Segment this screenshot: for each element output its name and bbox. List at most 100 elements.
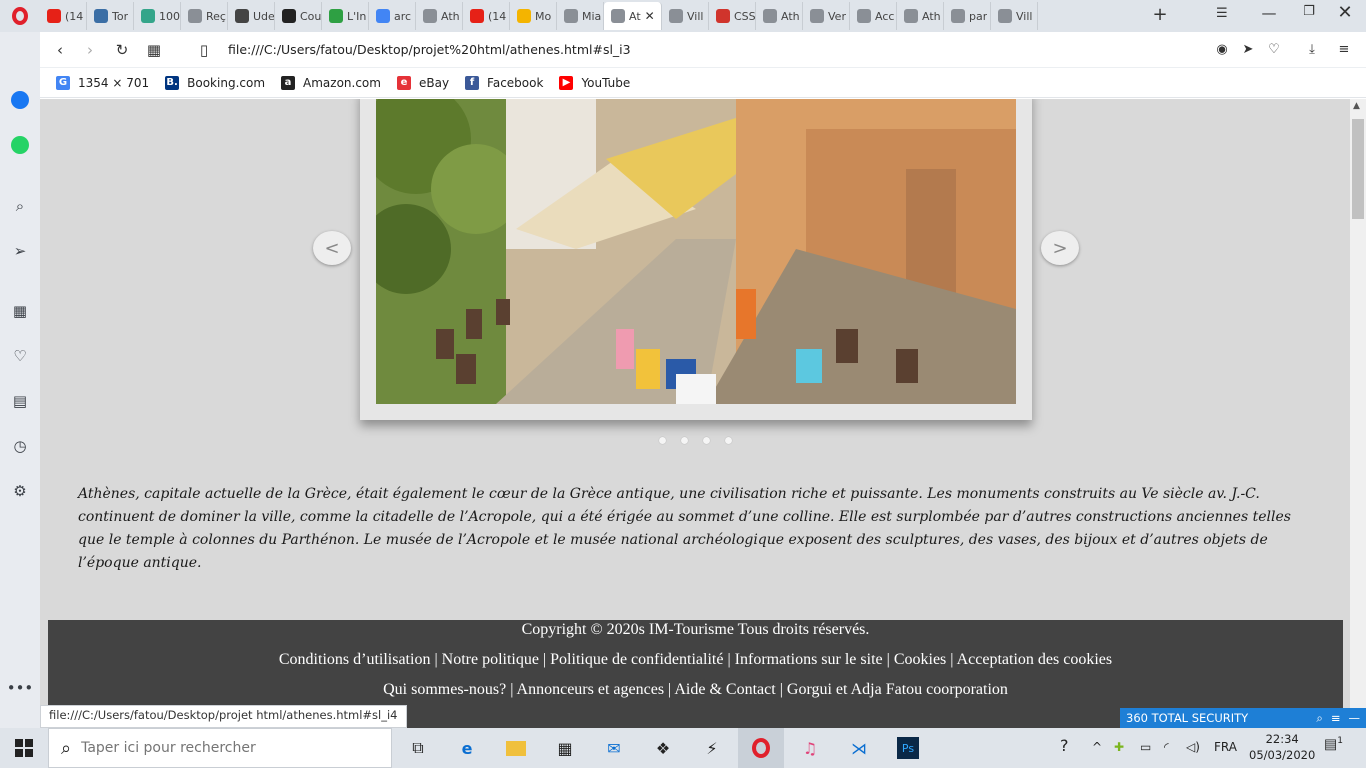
settings-gear-icon[interactable]: ⚙ [10, 481, 30, 501]
page-info-icon[interactable]: ▯ [194, 40, 214, 60]
browser-tab[interactable]: Ver [803, 2, 850, 30]
taskbar-search-box[interactable]: ⌕ [48, 728, 392, 768]
browser-tab[interactable]: Ath [416, 2, 463, 30]
browser-tab[interactable]: Acc [850, 2, 897, 30]
browser-tab[interactable]: Tor [87, 2, 134, 30]
file-explorer-icon[interactable] [502, 734, 530, 762]
footer-link[interactable]: Qui sommes-nous? [383, 681, 506, 698]
bookmark-item[interactable]: e eBay [396, 75, 449, 90]
browser-tab[interactable]: Vill [662, 2, 709, 30]
footer-link[interactable]: Conditions d’utilisation [279, 651, 431, 668]
whatsapp-icon[interactable] [10, 135, 30, 155]
more-icon[interactable]: ••• [7, 678, 34, 698]
messenger-icon[interactable] [10, 90, 30, 110]
bookmark-item[interactable]: B. Booking.com [165, 75, 265, 90]
slider-dot[interactable] [703, 437, 710, 444]
footer-link[interactable]: Aide & Contact [674, 681, 775, 698]
security-widget[interactable]: 360 TOTAL SECURITY ⌕ ≡ — [1120, 708, 1366, 728]
edge-icon[interactable]: e [453, 734, 481, 762]
close-window-button[interactable]: ✕ [1334, 2, 1356, 24]
tab-menu-icon[interactable]: ☰ [1216, 6, 1228, 21]
reload-icon[interactable]: ↻ [112, 40, 132, 60]
slider-prev-arrow[interactable]: < [313, 231, 351, 265]
browser-tab[interactable]: L'In [322, 2, 369, 30]
bookmark-heart-icon[interactable]: ♡ [1264, 40, 1284, 60]
close-tab-icon[interactable]: ✕ [645, 9, 655, 23]
snapshot-icon[interactable]: ◉ [1212, 40, 1232, 60]
browser-tab[interactable]: Ath [756, 2, 803, 30]
flow-send-icon[interactable]: ➢ [10, 241, 30, 261]
footer-link[interactable]: Annonceurs et agences [517, 681, 665, 698]
browser-tab[interactable]: Reç [181, 2, 228, 30]
speed-dial-icon[interactable]: ▦ [144, 40, 164, 60]
bookmark-item[interactable]: ▶ YouTube [559, 75, 630, 90]
browser-tab[interactable]: Mo [510, 2, 557, 30]
news-icon[interactable]: ▤ [10, 391, 30, 411]
history-icon[interactable]: ◷ [10, 436, 30, 456]
speed-dial-icon[interactable]: ▦ [10, 301, 30, 321]
easy-setup-icon[interactable]: ≡ [1334, 40, 1354, 60]
forward-button[interactable]: › [80, 40, 100, 60]
url-input[interactable] [228, 42, 928, 57]
browser-tab[interactable]: Ude [228, 2, 275, 30]
slider-dot[interactable] [681, 437, 688, 444]
itunes-icon[interactable]: ♫ [796, 734, 824, 762]
security-minimize-icon[interactable]: — [1349, 711, 1361, 725]
browser-tab[interactable]: Ath [897, 2, 944, 30]
bookmarks-heart-icon[interactable]: ♡ [10, 346, 30, 366]
footer-link[interactable]: Notre politique [442, 651, 539, 668]
browser-tab[interactable]: Mia [557, 2, 604, 30]
dropbox-icon[interactable]: ❖ [649, 734, 677, 762]
volume-icon[interactable]: ◁) [1186, 740, 1200, 754]
opera-logo-icon[interactable] [0, 0, 40, 32]
opera-taskbar-icon[interactable] [738, 728, 784, 768]
browser-tab[interactable]: At ✕ [604, 2, 662, 30]
download-icon[interactable]: ⤓ [1302, 40, 1322, 60]
browser-tab[interactable]: (14 [463, 2, 510, 30]
slider-dot[interactable] [659, 437, 666, 444]
search-icon[interactable]: ⌕ [10, 196, 30, 216]
task-view-icon[interactable]: ⧉ [404, 734, 432, 762]
bookmark-item[interactable]: f Facebook [465, 75, 543, 90]
browser-tab[interactable]: par [944, 2, 991, 30]
back-button[interactable]: ‹ [50, 40, 70, 60]
slider-next-arrow[interactable]: > [1041, 231, 1079, 265]
maximize-button[interactable]: ❐ [1298, 4, 1320, 26]
language-indicator[interactable]: FRA [1214, 740, 1237, 754]
photoshop-icon[interactable]: Ps [894, 734, 922, 762]
antivirus-tray-icon[interactable]: ✚ [1114, 740, 1124, 754]
footer-link[interactable]: Acceptation des cookies [957, 651, 1113, 668]
tray-chevron-icon[interactable]: ^ [1092, 740, 1102, 754]
security-search-icon[interactable]: ⌕ [1316, 711, 1322, 726]
vscode-icon[interactable]: ⋊ [845, 734, 873, 762]
security-menu-icon[interactable]: ≡ [1331, 711, 1341, 725]
new-tab-button[interactable]: + [1150, 4, 1170, 26]
footer-link[interactable]: Gorgui et Adja Fatou coorporation [787, 681, 1008, 698]
windows-start-button[interactable] [0, 728, 48, 768]
notification-center-icon[interactable]: ▤1 [1324, 736, 1343, 753]
scroll-thumb[interactable] [1352, 119, 1364, 219]
wifi-icon[interactable]: ◜ [1164, 740, 1169, 754]
browser-tab[interactable]: (14 [40, 2, 87, 30]
footer-link[interactable]: Cookies [894, 651, 946, 668]
help-icon[interactable]: ? [1060, 736, 1069, 755]
browser-tab[interactable]: CSS [709, 2, 756, 30]
scroll-up-arrow-icon[interactable]: ▲ [1353, 101, 1360, 111]
taskbar-search-input[interactable] [81, 740, 362, 756]
vertical-scrollbar[interactable]: ▲ [1350, 99, 1366, 728]
minimize-button[interactable]: — [1258, 4, 1280, 26]
send-icon[interactable]: ➤ [1238, 40, 1258, 60]
browser-tab[interactable]: arc [369, 2, 416, 30]
footer-link[interactable]: Politique de confidentialité [550, 651, 723, 668]
browser-tab[interactable]: Vill [991, 2, 1038, 30]
slider-dot[interactable] [725, 437, 732, 444]
store-icon[interactable]: ▦ [551, 734, 579, 762]
bookmark-item[interactable]: G 1354 × 701 [56, 75, 149, 90]
footer-link[interactable]: Informations sur le site [735, 651, 883, 668]
bookmark-item[interactable]: a Amazon.com [281, 75, 381, 90]
app-icon[interactable]: ⚡ [698, 734, 726, 762]
mail-icon[interactable]: ✉ [600, 734, 628, 762]
browser-tab[interactable]: Cou [275, 2, 322, 30]
clock[interactable]: 22:34 05/03/2020 [1249, 731, 1315, 763]
browser-tab[interactable]: 100 [134, 2, 181, 30]
